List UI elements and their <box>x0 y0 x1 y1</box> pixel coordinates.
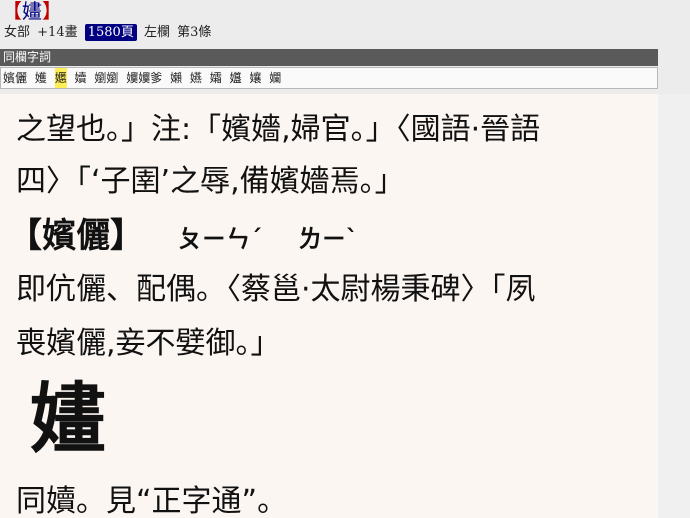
phonetic-notation: ㄆㄧㄣˊ <box>178 225 262 253</box>
same-column-list: 嬪儷 嬳 嬺 嬻 嬼嬼 嬽嬽爹 嬾 嬿 孀 孂 孃 孄 <box>0 67 658 89</box>
group-item[interactable]: 嬳 <box>35 68 47 88</box>
entry-meta: 女部 +14畫 1580頁 左欄 第3條 <box>4 24 214 41</box>
bracket-open: 【 <box>2 0 22 23</box>
radical-label: 女部 <box>4 25 31 40</box>
group-item[interactable]: 孂 <box>230 68 242 88</box>
group-item[interactable]: 嬿 <box>190 68 202 88</box>
headword-large-character: 嫿 <box>30 374 106 463</box>
group-item-active[interactable]: 嬺 <box>54 68 67 88</box>
entry-header: 【嫿】 女部 +14畫 1580頁 左欄 第3條 <box>0 0 690 46</box>
entry-number: 第3條 <box>177 25 212 40</box>
same-column-header: 同欄字詞 <box>0 49 658 66</box>
group-item[interactable]: 嬪儷 <box>3 68 27 88</box>
bracket-close: 】 <box>42 0 62 23</box>
phonetic-notation: ㄌㄧˋ <box>298 225 358 253</box>
scan-text-line: 四〉「‘子圉’之辱,備嬪嬙焉。」 <box>16 164 405 199</box>
scan-text-line: 同嬻。見“正字通”。 <box>16 484 288 518</box>
stroke-count: +14畫 <box>37 25 78 40</box>
group-item[interactable]: 嬽嬽爹 <box>126 68 162 88</box>
page-number-badge[interactable]: 1580頁 <box>84 24 137 41</box>
side-margin <box>658 94 690 518</box>
scan-text-line: 即伉儷、配偶。〈蔡邕·太尉楊秉碑〉「夙 <box>16 272 536 307</box>
group-item[interactable]: 孀 <box>210 68 222 88</box>
dictionary-page: 【嫿】 女部 +14畫 1580頁 左欄 第3條 同欄字詞 嬪儷 嬳 嬺 嬻 嬼… <box>0 0 690 518</box>
scan-text-line: 之望也。」注:「嬪嬙,婦官。」〈國語·晉語 <box>16 112 541 147</box>
scanned-page-image: 之望也。」注:「嬪嬙,婦官。」〈國語·晉語 四〉「‘子圉’之辱,備嬪嬙焉。」 【… <box>0 94 658 518</box>
scan-text-line: 喪嬪儷,妾不嬖御。」 <box>16 326 281 361</box>
sub-entry-heading: 【嬪儷】 <box>8 216 144 256</box>
character-glyph: 嫿 <box>22 0 42 23</box>
entry-character: 【嫿】 <box>2 0 62 22</box>
group-item[interactable]: 孃 <box>249 68 261 88</box>
column-label: 左欄 <box>143 25 170 40</box>
group-item[interactable]: 孄 <box>269 68 281 88</box>
group-item[interactable]: 嬼嬼 <box>94 68 118 88</box>
group-item[interactable]: 嬾 <box>170 68 182 88</box>
group-item[interactable]: 嬻 <box>75 68 87 88</box>
